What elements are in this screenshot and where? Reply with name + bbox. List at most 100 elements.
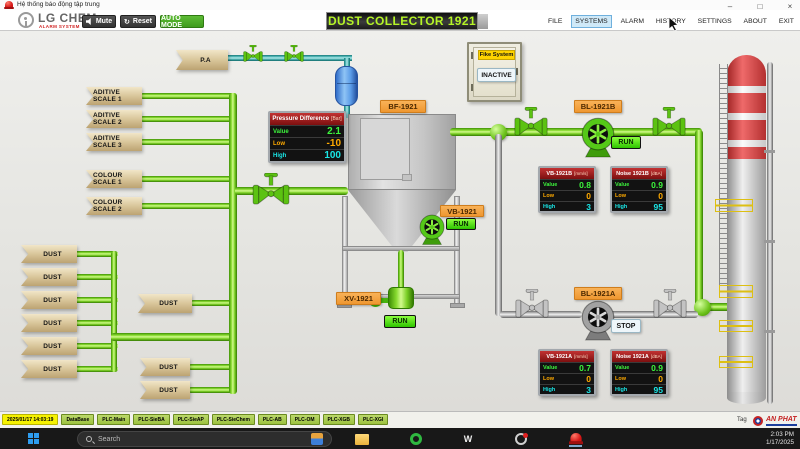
plc-sieap-button[interactable]: PLC-SieAP bbox=[173, 414, 209, 425]
pipe-flange bbox=[764, 240, 775, 243]
bl-a-outlet-valve[interactable] bbox=[653, 289, 687, 318]
tag-dust: DUST bbox=[21, 245, 77, 263]
taskbar-search[interactable]: Search bbox=[77, 431, 332, 447]
pipe bbox=[140, 139, 237, 145]
clean-air-pipe-down bbox=[695, 130, 703, 308]
chimney-side-pipe bbox=[767, 62, 773, 404]
bf-leg-left bbox=[342, 196, 348, 306]
vb-1921-label: VB-1921 bbox=[440, 205, 484, 217]
bl-1921b-label: BL-1921B bbox=[574, 100, 622, 113]
bl-1921b-status[interactable]: RUN bbox=[611, 136, 641, 149]
pipe-flange bbox=[764, 150, 775, 153]
anphat-logo-icon bbox=[753, 416, 763, 426]
bl-a-inlet-valve[interactable] bbox=[515, 289, 549, 318]
window-title: Hệ thống báo động tập trung bbox=[17, 1, 100, 8]
file-explorer-icon[interactable] bbox=[354, 431, 370, 447]
pipe bbox=[140, 176, 237, 182]
chimney-platform bbox=[719, 285, 753, 298]
taskbar-clock[interactable]: 2:03 PM 1/17/2025 bbox=[766, 431, 794, 447]
window-titlebar: Hệ thống báo động tập trung – □ × bbox=[0, 0, 800, 10]
plc-siechem-button[interactable]: PLC-SieChem bbox=[212, 414, 255, 425]
chimney-dome bbox=[727, 55, 766, 86]
tag-pa: P.A bbox=[176, 50, 228, 70]
xv-1921-status[interactable]: RUN bbox=[384, 315, 416, 328]
fike-status-button[interactable]: INACTIVE bbox=[477, 68, 516, 82]
bf-foot bbox=[450, 303, 465, 308]
pipe-flange bbox=[764, 330, 775, 333]
xv-1921-valve[interactable] bbox=[388, 287, 414, 309]
auto-mode-button[interactable]: AUTO MODE bbox=[160, 15, 204, 28]
clock-time: 2:03 PM bbox=[766, 431, 794, 439]
menu-systems[interactable]: SYSTEMS bbox=[571, 15, 611, 28]
reset-button[interactable]: ↻Reset bbox=[120, 15, 156, 28]
tag-label: Tag bbox=[737, 417, 747, 423]
tag-aditive-2: ADITIVE SCALE 2 bbox=[86, 110, 142, 128]
air-valve-1[interactable] bbox=[243, 45, 263, 62]
bl-b-outlet-valve[interactable] bbox=[652, 107, 686, 136]
brand-subtitle: ALARM SYSTEM bbox=[39, 24, 80, 29]
menu-about[interactable]: ABOUT bbox=[741, 16, 770, 27]
mute-button[interactable]: Mute bbox=[82, 15, 116, 28]
bl-1921a-status[interactable]: STOP bbox=[611, 319, 641, 333]
plc-xgb-button[interactable]: PLC-XGB bbox=[323, 414, 356, 425]
speaker-mute-icon bbox=[86, 18, 93, 25]
pipe bbox=[140, 203, 237, 209]
menu-settings[interactable]: SETTINGS bbox=[695, 16, 735, 27]
tag-dust: DUST bbox=[21, 291, 77, 309]
pressure-difference-panel: Pressure Difference[Bar] Value2.1 Low-10… bbox=[268, 111, 346, 163]
tag-colour-2: COLOUR SCALE 2 bbox=[86, 197, 142, 215]
plc-ab-button[interactable]: PLC-AB bbox=[258, 414, 287, 425]
menu-file[interactable]: FILE bbox=[545, 16, 565, 27]
chimney-band bbox=[727, 140, 766, 147]
chimney-band bbox=[727, 86, 766, 93]
process-valve[interactable] bbox=[251, 173, 291, 205]
xv-1921-label: XV-1921 bbox=[336, 292, 381, 305]
chimney-base bbox=[727, 392, 766, 404]
vb-1921-status[interactable]: RUN bbox=[446, 218, 476, 230]
noise-1921b-panel: Noise 1921B[dBA] Value0.9 Low0 High95 bbox=[610, 166, 668, 213]
vb-1921a-panel: VB-1921A[mm/s] Value0.7 Low0 High3 bbox=[538, 349, 596, 396]
search-highlight-icon bbox=[311, 433, 323, 445]
menu-exit[interactable]: EXIT bbox=[776, 16, 797, 27]
search-placeholder: Search bbox=[98, 436, 120, 443]
mouse-cursor bbox=[668, 16, 680, 32]
database-button[interactable]: DataBase bbox=[61, 414, 94, 425]
menu-alarm[interactable]: ALARM bbox=[618, 16, 647, 27]
plc-main-button[interactable]: PLC-Main bbox=[97, 414, 130, 425]
standby-pipe-down bbox=[495, 134, 502, 316]
chimney-platform bbox=[719, 320, 753, 332]
pipe bbox=[140, 93, 237, 99]
bf-1921-label: BF-1921 bbox=[380, 100, 426, 113]
chimney-band bbox=[727, 120, 766, 140]
tag-aditive-3: ADITIVE SCALE 3 bbox=[86, 133, 142, 151]
plc-sieba-button[interactable]: PLC-SieBA bbox=[133, 414, 169, 425]
tag-dust: DUST bbox=[140, 381, 190, 399]
bl-b-inlet-valve[interactable] bbox=[514, 107, 548, 136]
plc-xgi-button[interactable]: PLC-XGI bbox=[358, 414, 388, 425]
chimney-platform bbox=[719, 356, 753, 368]
pipe bbox=[140, 116, 237, 122]
alarm-app-taskbar-icon[interactable] bbox=[567, 431, 583, 447]
reset-icon: ↻ bbox=[124, 18, 130, 26]
scada-timestamp: 2025/01/17 14:03:19 bbox=[2, 414, 58, 425]
tag-aditive-1: ADITIVE SCALE 1 bbox=[86, 87, 142, 105]
air-receiver-tank bbox=[335, 66, 358, 106]
tag-dust: DUST bbox=[21, 268, 77, 286]
start-button-icon[interactable] bbox=[28, 433, 40, 445]
chimney-band bbox=[727, 113, 766, 120]
dial-app-icon[interactable] bbox=[513, 431, 529, 447]
w-app-icon[interactable]: W bbox=[460, 431, 476, 447]
chimney-ladder bbox=[719, 64, 728, 288]
bf-panel-tab bbox=[402, 174, 412, 181]
plc-om-button[interactable]: PLC-OM bbox=[290, 414, 320, 425]
page-title: DUST COLLECTOR 1921 bbox=[326, 12, 478, 30]
air-valve-2[interactable] bbox=[284, 45, 304, 62]
green-app-icon[interactable] bbox=[408, 431, 424, 447]
bf-filter-panel bbox=[360, 118, 410, 180]
tag-colour-1: COLOUR SCALE 1 bbox=[86, 170, 142, 188]
fike-system-cabinet: Fike System INACTIVE bbox=[467, 42, 522, 102]
anphat-brand: AN PHAT bbox=[766, 416, 797, 426]
vb-1921b-panel: VB-1921B[mm/s] Value0.8 Low0 High3 bbox=[538, 166, 596, 213]
main-collector-pipe bbox=[229, 93, 237, 394]
bl-1921a-label: BL-1921A bbox=[574, 287, 622, 300]
